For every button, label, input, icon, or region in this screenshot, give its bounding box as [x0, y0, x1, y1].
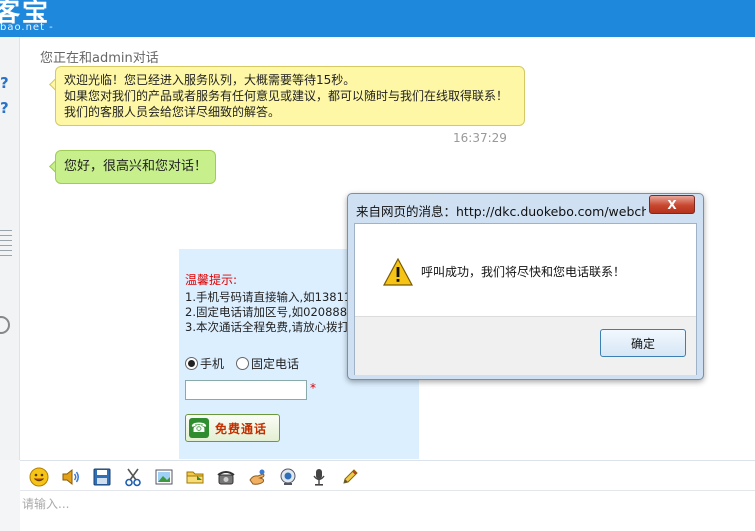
microphone-icon[interactable] [308, 466, 329, 487]
list-lines-icon[interactable] [0, 230, 12, 258]
landline-radio[interactable] [236, 357, 250, 370]
tip-line: 3.本次通话全程免费,请放心拨打 [185, 320, 350, 334]
free-call-label: 免费通话 [215, 421, 268, 436]
ok-button[interactable]: 确定 [600, 329, 686, 357]
dialog-message: 呼叫成功，我们将尽快和您电话联系！ [421, 265, 626, 279]
telephone-icon[interactable] [215, 466, 236, 487]
phone-number-input[interactable] [185, 380, 307, 400]
volume-icon[interactable] [60, 466, 81, 487]
message-timestamp: 16:37:29 [453, 131, 507, 145]
dialog-body: 呼叫成功，我们将尽快和您电话联系！ 确定 [354, 223, 697, 375]
image-icon[interactable] [153, 466, 174, 487]
smiley-icon[interactable] [28, 466, 49, 487]
welcome-line: 如果您对我们的产品或者服务有任何意见或建议，都可以随时与我们在线取得联系！ [64, 89, 509, 103]
message-input[interactable] [20, 491, 753, 529]
dialog-title: 来自网页的消息：http://dkc.duokebo.com/webcha... [356, 204, 646, 219]
required-mark: * [310, 381, 316, 395]
top-header-bar: 客宝 bao.net - [0, 0, 755, 37]
message-input-area [20, 490, 755, 531]
welcome-line: 我们的客服人员会给您详尽细致的解答。 [64, 105, 281, 119]
tip-line: 2.固定电话请加区号,如0208888 [185, 305, 355, 319]
alert-dialog: 来自网页的消息：http://dkc.duokebo.com/webcha...… [347, 193, 704, 380]
chat-with-label: 您正在和admin对话 [40, 51, 159, 66]
pen-icon[interactable] [339, 466, 360, 487]
welcome-message-bubble: 欢迎光临！您已经进入服务队列，大概需要等待15秒。 如果您对我们的产品或者服务有… [55, 66, 525, 126]
phone-type-selector: 手机 固定电话 [185, 355, 299, 372]
help-question-icon[interactable]: ? [0, 99, 10, 117]
mobile-radio-label[interactable]: 手机 [200, 355, 224, 372]
phone-icon: ☎ [189, 418, 209, 438]
save-icon[interactable] [91, 466, 112, 487]
folder-icon[interactable] [184, 466, 205, 487]
mobile-radio[interactable] [185, 357, 198, 370]
brand-logo-subtitle: bao.net - [0, 22, 54, 33]
warning-icon [383, 258, 413, 286]
webcam-icon[interactable] [277, 466, 298, 487]
scissors-icon[interactable] [122, 466, 143, 487]
welcome-line: 欢迎光临！您已经进入服务队列，大概需要等待15秒。 [64, 73, 356, 87]
close-button[interactable]: X [649, 195, 695, 214]
agent-message-bubble: 您好，很高兴和您对话！ [55, 150, 217, 184]
tip-line: 1.手机号码请直接输入,如13811 [185, 290, 352, 304]
tips-title: 温馨提示: [185, 273, 238, 287]
chat-toolbar [20, 460, 755, 491]
hand-icon[interactable] [246, 466, 267, 487]
landline-radio-label[interactable]: 固定电话 [251, 355, 299, 372]
free-call-button[interactable]: ☎ 免费通话 [185, 414, 280, 442]
help-question-icon[interactable]: ? [0, 74, 10, 92]
